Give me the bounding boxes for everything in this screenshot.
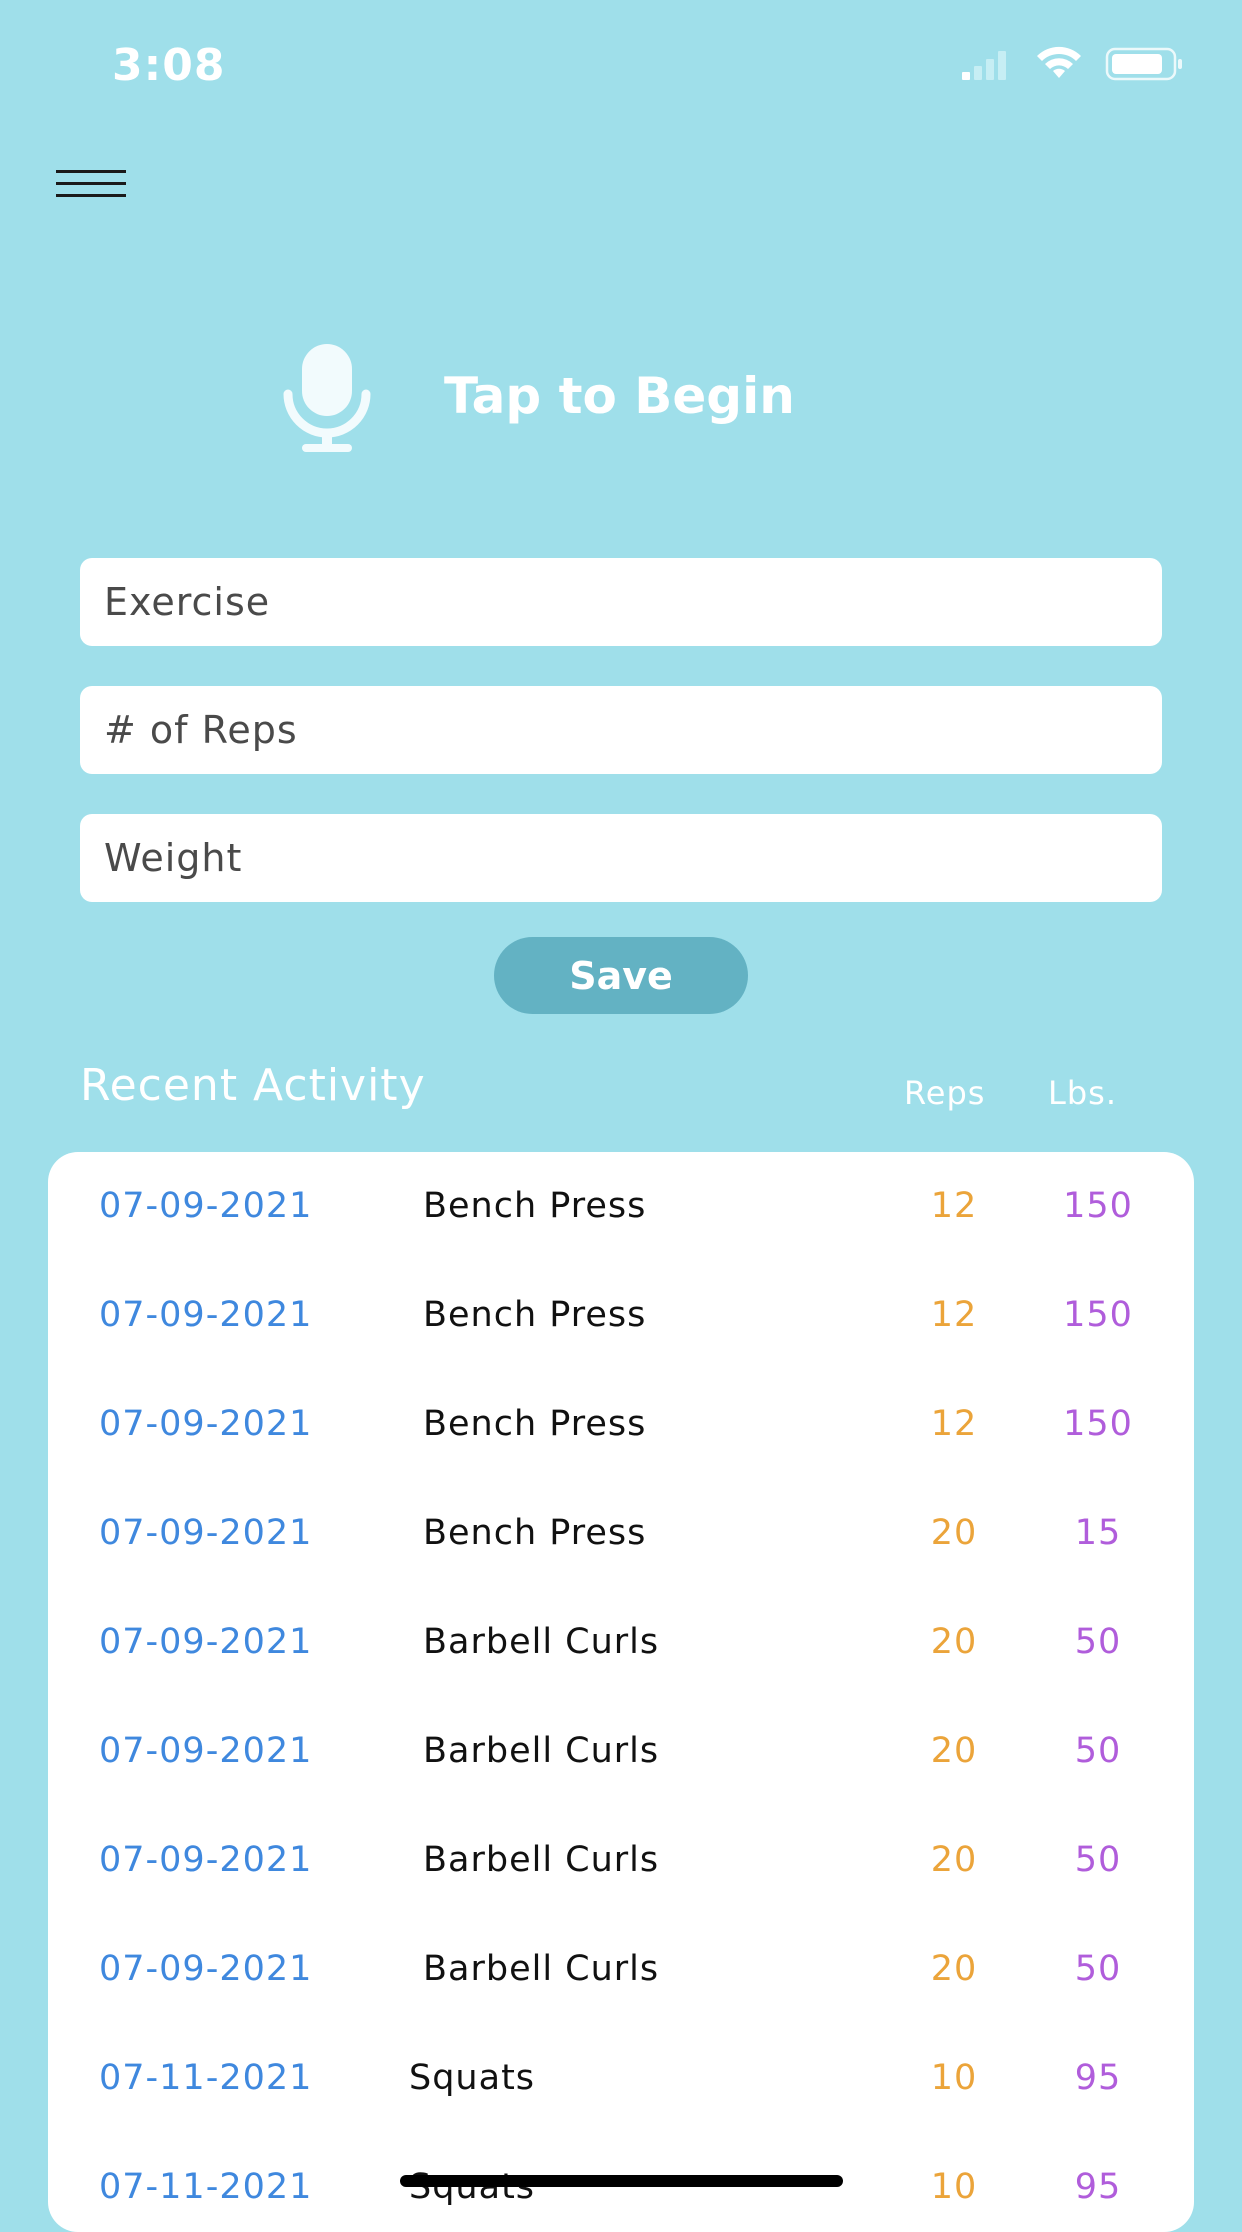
row-lbs: 50 [1074,1622,1122,1662]
row-date: 07-09-2021 [99,1295,313,1335]
battery-icon [1105,47,1182,81]
reps-input[interactable] [102,707,1162,753]
row-date: 07-11-2021 [99,2058,313,2098]
reps-column-header: Reps [904,1074,986,1112]
row-reps: 12 [930,1295,978,1335]
row-reps: 10 [930,2058,978,2098]
row-lbs: 150 [1063,1295,1133,1335]
nav-bar [0,130,1242,240]
row-reps: 12 [930,1404,978,1444]
row-date: 07-09-2021 [99,1840,313,1880]
table-row[interactable]: 07-11-2021 Squats 10 95 [48,2024,1194,2133]
tap-to-begin-button[interactable]: Tap to Begin [280,336,795,456]
microphone-icon [283,344,371,452]
row-lbs: 50 [1074,1840,1122,1880]
status-icons-svg [962,46,1182,81]
status-icons [962,46,1184,82]
exercise-input[interactable] [102,579,1162,625]
row-exercise: Bench Press [423,1186,647,1226]
status-time: 3:08 [112,40,226,91]
save-button[interactable]: Save [494,937,748,1014]
row-lbs: 150 [1063,1404,1133,1444]
exercise-field-container [80,558,1162,646]
recent-activity-title: Recent Activity [80,1060,426,1111]
row-exercise: Bench Press [423,1513,647,1553]
lbs-column-header: Lbs. [1048,1074,1117,1112]
row-lbs: 95 [1074,2058,1122,2098]
row-lbs: 95 [1074,2167,1122,2207]
row-reps: 20 [930,1622,978,1662]
row-lbs: 50 [1074,1949,1122,1989]
row-date: 07-09-2021 [99,1731,313,1771]
table-row[interactable]: 07-09-2021 Bench Press 12 150 [48,1261,1194,1370]
row-date: 07-09-2021 [99,1186,313,1226]
cellular-signal-icon [962,51,1006,80]
reps-field-container [80,686,1162,774]
activity-table: 07-09-2021 Bench Press 12 150 07-09-2021… [48,1152,1194,2232]
row-reps: 20 [930,1513,978,1553]
row-exercise: Barbell Curls [423,1731,660,1771]
row-exercise: Barbell Curls [423,1622,660,1662]
table-row[interactable]: 07-09-2021 Barbell Curls 20 50 [48,1697,1194,1806]
row-reps: 20 [930,1949,978,1989]
row-date: 07-09-2021 [99,1949,313,1989]
row-date: 07-09-2021 [99,1622,313,1662]
table-row[interactable]: 07-09-2021 Bench Press 12 150 [48,1152,1194,1261]
row-exercise: Barbell Curls [423,1840,660,1880]
status-bar: 3:08 [0,0,1242,130]
table-row[interactable]: 07-09-2021 Barbell Curls 20 50 [48,1915,1194,2024]
row-lbs: 150 [1063,1186,1133,1226]
row-reps: 12 [930,1186,978,1226]
row-reps: 10 [930,2167,978,2207]
row-reps: 20 [930,1840,978,1880]
row-reps: 20 [930,1731,978,1771]
row-date: 07-11-2021 [99,2167,313,2207]
weight-input[interactable] [102,835,1162,881]
home-indicator [400,2175,843,2187]
tap-to-begin-label: Tap to Begin [444,367,795,425]
row-lbs: 15 [1074,1513,1122,1553]
row-date: 07-09-2021 [99,1404,313,1444]
row-lbs: 50 [1074,1731,1122,1771]
table-row[interactable]: 07-09-2021 Bench Press 12 150 [48,1370,1194,1479]
row-exercise: Bench Press [423,1404,647,1444]
table-row[interactable]: 07-09-2021 Barbell Curls 20 50 [48,1806,1194,1915]
wifi-icon [1037,46,1081,78]
weight-field-container [80,814,1162,902]
row-exercise: Barbell Curls [423,1949,660,1989]
table-row[interactable]: 07-09-2021 Barbell Curls 20 50 [48,1588,1194,1697]
row-exercise: Bench Press [423,1295,647,1335]
row-exercise: Squats [409,2058,536,2098]
row-date: 07-09-2021 [99,1513,313,1553]
hamburger-menu-icon [56,170,126,197]
menu-button[interactable] [56,166,126,202]
table-row[interactable]: 07-09-2021 Bench Press 20 15 [48,1479,1194,1588]
